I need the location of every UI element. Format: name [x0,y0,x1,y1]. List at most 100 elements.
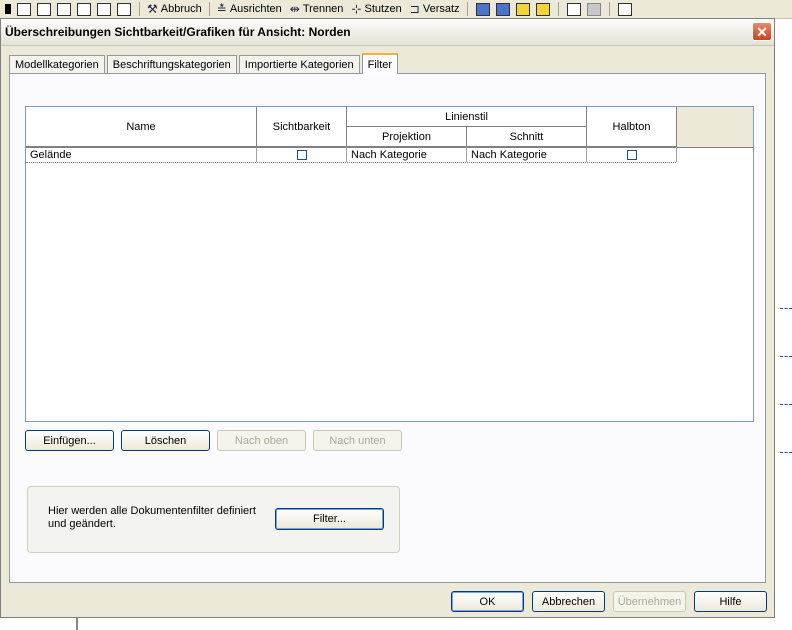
toolbar-button-abbruch[interactable]: ⚒ Abbruch [143,2,206,16]
toolbar-button-stutzen[interactable]: ⊹ Stutzen [347,2,405,16]
paste-icon[interactable] [57,2,71,16]
copy-icon[interactable] [37,2,51,16]
toolbar-button-label: Trennen [302,3,344,15]
app-toolbar: ⚒ Abbruch ≛ Ausrichten ⇹ Trennen ⊹ Stutz… [0,0,792,19]
insert-button[interactable]: Einfügen... [25,430,114,451]
close-icon: ✕ [756,23,768,40]
header-label: Projektion [382,130,431,143]
cell-name[interactable]: Gelände [26,147,257,162]
paint-icon[interactable] [77,2,91,16]
filter-description: Hier werden alle Dokumentenfilter defini… [48,505,256,530]
header-visibility[interactable]: Sichtbarkeit [257,107,347,147]
hammer-icon: ⚒ [147,2,158,16]
header-name[interactable]: Name [26,107,257,147]
tab-label: Importierte Kategorien [244,58,354,71]
header-projection[interactable]: Projektion [347,127,467,147]
tab-label: Beschriftungskategorien [112,58,231,71]
header-label: Name [126,120,156,133]
toolbar-separator [466,2,468,16]
toolbar-separator [608,2,610,16]
trim-icon: ⊹ [351,2,362,16]
button-label: Hilfe [719,595,742,608]
filter-button[interactable]: Filter... [275,508,384,530]
move-icon[interactable] [495,2,510,16]
toolbar-button-ausrichten[interactable]: ≛ Ausrichten [213,2,286,16]
button-label: Nach oben [234,434,289,447]
toolbar-button-label: Ausrichten [229,3,282,15]
cell-cut[interactable]: Nach Kategorie [467,147,587,162]
header-label: Halbton [612,120,651,133]
tag-icon[interactable] [17,2,31,16]
toolbar-button-trennen[interactable]: ⇹ Trennen [286,2,348,16]
toolbar-icon-group-2 [471,0,555,18]
halftone-checkbox[interactable] [626,149,637,160]
toolbar-button-versatz[interactable]: ⊐ Versatz [406,2,464,16]
button-label: Abbrechen [541,595,596,608]
move-up-button[interactable]: Nach oben [217,430,306,451]
button-label: Löschen [144,434,187,447]
background-dash-line [780,308,792,309]
filter-definition-group: Hier werden alle Dokumentenfilter defini… [27,486,400,553]
layer-icon[interactable] [475,2,490,16]
toolbar-icon-group-1 [0,0,136,18]
background-dash-line [780,356,792,357]
close-button[interactable]: ✕ [752,22,772,41]
tab-annotation-categories[interactable]: Beschriftungskategorien [106,55,237,73]
tab-strip: Modellkategorien Beschriftungskategorien… [9,53,400,74]
header-label: Sichtbarkeit [272,120,331,133]
toolbar-separator [557,2,559,16]
button-label: Übernehmen [617,595,682,608]
door-icon[interactable] [117,2,131,16]
disabled-window-icon [586,2,601,16]
toolbar-button-label: Abbruch [160,3,202,15]
dialog-title: Überschreibungen Sichtbarkeit/Grafiken f… [5,25,351,39]
cell-value: Nach Kategorie [471,148,547,161]
help-button[interactable]: Hilfe [694,591,767,612]
building-icon[interactable] [617,2,632,16]
tab-model-categories[interactable]: Modellkategorien [9,55,105,73]
toolbar-separator [139,2,140,16]
ok-button[interactable]: OK [451,591,524,612]
tab-label: Filter [367,58,393,71]
ungroup-icon[interactable] [535,2,550,16]
toolbar-button-label: Stutzen [364,3,402,15]
header-halftone[interactable]: Halbton [587,107,677,147]
cell-value: Gelände [30,148,72,161]
filter-tab-panel: Name Sichtbarkeit Linienstil Projektion … [9,73,766,583]
cell-halftone [587,147,677,162]
toolbar-icon-group-4 [613,0,637,18]
apply-button[interactable]: Übernehmen [613,591,686,612]
tab-imported-categories[interactable]: Importierte Kategorien [238,55,360,73]
button-label: OK [479,595,496,608]
toolbar-icon-group-3 [562,0,606,18]
offset-icon: ⊐ [409,2,420,16]
header-cut[interactable]: Schnitt [467,127,587,147]
move-down-button[interactable]: Nach unten [313,430,402,451]
visibility-checkbox[interactable] [296,149,307,160]
grid-icon[interactable] [97,2,111,16]
align-icon: ≛ [216,2,227,16]
table-row[interactable]: Gelände Nach Kategorie Nach Kategorie [26,147,677,163]
header-line-style[interactable]: Linienstil [347,107,587,127]
cancel-button[interactable]: Abbrechen [532,591,605,612]
header-label: Schnitt [509,130,544,143]
dialog-title-bar[interactable]: Überschreibungen Sichtbarkeit/Grafiken f… [1,19,774,46]
cell-projection[interactable]: Nach Kategorie [347,147,467,162]
background-dash-line [780,404,792,405]
delete-button[interactable]: Löschen [121,430,210,451]
cell-value: Nach Kategorie [351,148,427,161]
header-label: Linienstil [445,110,488,123]
cell-visibility [257,147,347,162]
group-icon[interactable] [515,2,530,16]
toolbar-button-label: Versatz [422,3,460,15]
button-label: Nach unten [329,434,386,447]
table-header: Name Sichtbarkeit Linienstil Projektion … [26,107,753,148]
pointer-icon[interactable] [5,4,11,14]
window-icon[interactable] [566,2,581,16]
tab-filter[interactable]: Filter [361,53,399,74]
split-icon: ⇹ [289,2,300,16]
filter-table: Name Sichtbarkeit Linienstil Projektion … [25,106,754,422]
background-dash-line [780,452,792,453]
visibility-graphics-dialog: Überschreibungen Sichtbarkeit/Grafiken f… [0,18,775,618]
button-label: Einfügen... [43,434,96,447]
